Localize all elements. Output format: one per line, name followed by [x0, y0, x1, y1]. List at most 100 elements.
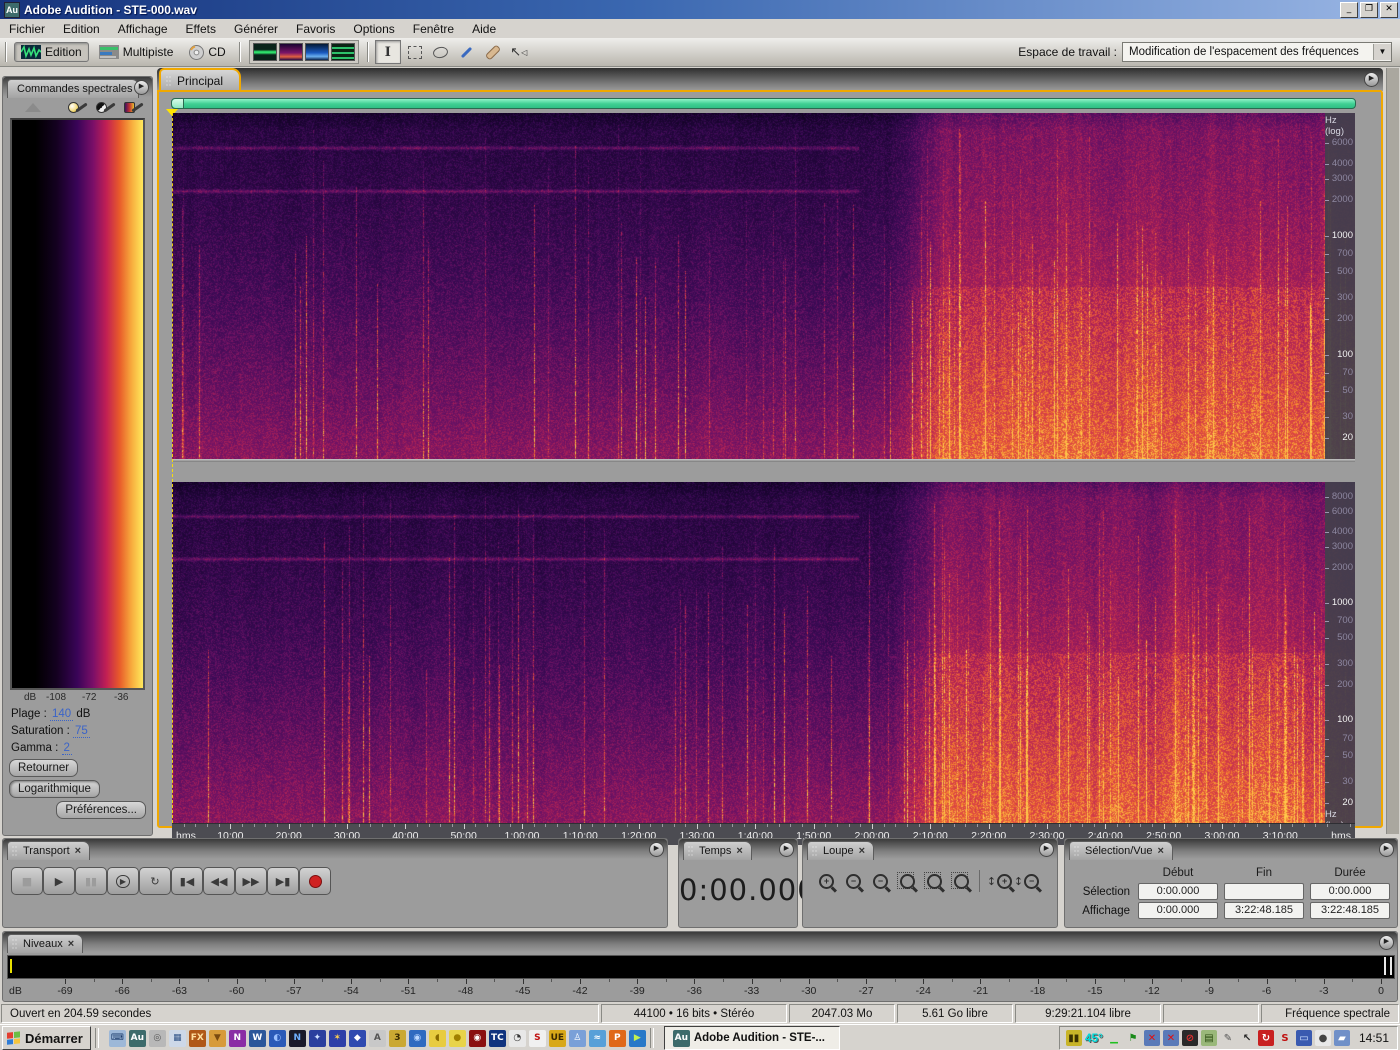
range-bar-handle[interactable] [172, 99, 184, 108]
planet-icon[interactable]: ◐ [268, 1029, 286, 1047]
antivirus-icon[interactable]: S [1276, 1030, 1293, 1046]
task-button-audition[interactable]: Au Adobe Audition - STE-... [663, 1026, 840, 1050]
app-tray-icon[interactable]: ▰ [1333, 1030, 1350, 1046]
grayapp-icon[interactable]: A [368, 1029, 386, 1047]
panel-grip[interactable] [166, 75, 172, 87]
audition-icon[interactable]: Au [128, 1029, 146, 1047]
pause-tray-icon[interactable]: ▮▮ [1065, 1030, 1082, 1046]
color-pen-mono-icon[interactable] [96, 101, 116, 114]
spectral-view-icon[interactable] [278, 43, 303, 61]
ue-icon[interactable]: UE [548, 1029, 566, 1047]
blocked-icon[interactable]: ⊘ [1181, 1030, 1198, 1046]
word-icon[interactable]: W [248, 1029, 266, 1047]
scrub-tool[interactable]: ↖ ◁ [507, 41, 531, 63]
pan-spectral-view-icon[interactable] [304, 43, 329, 61]
cursor-icon[interactable]: ↖ [1238, 1030, 1255, 1046]
onenote-icon[interactable]: N [228, 1029, 246, 1047]
preferences-button[interactable]: Préférences... [56, 801, 146, 819]
spectrogram-right-channel[interactable] [172, 482, 1355, 823]
gamma-value[interactable]: 2 [61, 742, 72, 755]
zoom-out-h-button[interactable]: − [840, 869, 867, 893]
time-selection-tool[interactable]: I [374, 40, 401, 64]
play-from-cursor-button[interactable]: ▶ [107, 867, 139, 895]
level-meter[interactable] [7, 955, 1395, 979]
panel-grip[interactable] [12, 845, 18, 857]
zoom-selection-button[interactable] [894, 869, 921, 893]
menu-item-fichier[interactable]: Fichier [0, 20, 54, 38]
menu-item-edition[interactable]: Edition [54, 20, 109, 38]
loop-button[interactable]: ↻ [139, 867, 171, 895]
panel-menu-button[interactable]: ▶ [134, 80, 149, 95]
menu-item-aide[interactable]: Aide [463, 20, 505, 38]
minimize-button[interactable]: _ [1340, 1, 1358, 18]
fast-forward-button[interactable]: ▶▶ [235, 867, 267, 895]
retourner-button[interactable]: Retourner [9, 759, 79, 777]
playhead-line[interactable] [172, 113, 173, 823]
go-start-button[interactable]: ▮◀ [171, 867, 203, 895]
plage-value[interactable]: 140 [50, 708, 74, 721]
close-icon[interactable]: × [68, 939, 74, 950]
workspace-dropdown[interactable]: Modification de l'espacement des fréquen… [1122, 42, 1392, 62]
waveform-view-icon[interactable] [252, 43, 277, 61]
calculator-icon[interactable]: ▦ [168, 1029, 186, 1047]
keyboard-icon[interactable]: ⌨ [108, 1029, 126, 1047]
selection-debut-field[interactable]: 0:00.000 [1138, 883, 1218, 900]
close-icon[interactable]: × [1157, 846, 1163, 857]
color-pen-yellow-icon[interactable] [68, 101, 88, 114]
tool-icon[interactable]: ✦ [308, 1029, 326, 1047]
web3-icon[interactable]: 3 [388, 1029, 406, 1047]
selection-fin-field[interactable] [1224, 883, 1304, 900]
globe-icon[interactable]: ◉ [408, 1029, 426, 1047]
zoom-out-v-button[interactable]: ↕ − [1013, 869, 1040, 893]
close-icon[interactable]: × [75, 846, 81, 857]
selection-duree-field[interactable]: 0:00.000 [1310, 883, 1390, 900]
panel-grip[interactable] [688, 845, 694, 857]
tab-principal[interactable]: Principal [159, 68, 242, 92]
folder-icon[interactable]: ▼ [208, 1029, 226, 1047]
effects-brush-tool[interactable] [455, 41, 479, 63]
pdf-icon[interactable]: P [608, 1029, 626, 1047]
lasso-selection-tool[interactable] [429, 41, 453, 63]
cd-mode-button[interactable]: CD [183, 43, 231, 62]
panel-menu-button[interactable]: ▶ [1379, 842, 1394, 857]
zoom-sel-left-button[interactable] [921, 869, 948, 893]
badge-icon[interactable]: ◆ [348, 1029, 366, 1047]
ball-icon[interactable]: ● [448, 1029, 466, 1047]
color-pen-gradient-icon[interactable] [124, 101, 144, 114]
mediaplayer-icon[interactable]: ▶ [628, 1029, 646, 1047]
network-offline-icon[interactable]: ✕ [1143, 1030, 1160, 1046]
spectrogram-left-channel[interactable] [172, 113, 1355, 459]
saturation-value[interactable]: 75 [73, 725, 90, 738]
pause-button[interactable]: ▮▮ [75, 867, 107, 895]
menu-item-favoris[interactable]: Favoris [287, 20, 344, 38]
edition-mode-button[interactable]: Edition [14, 42, 89, 62]
user-icon[interactable]: ♙ [568, 1029, 586, 1047]
flag-icon[interactable]: ⚑ [1124, 1030, 1141, 1046]
close-icon[interactable]: × [859, 846, 865, 857]
network-offline2-icon[interactable]: ✕ [1162, 1030, 1179, 1046]
star-icon[interactable]: ✶ [328, 1029, 346, 1047]
display-icon[interactable]: ▭ [1295, 1030, 1312, 1046]
multipiste-mode-button[interactable]: Multipiste [93, 43, 180, 61]
panel-menu-button[interactable]: ▶ [779, 842, 794, 857]
title-bar[interactable]: Au Adobe Audition - STE-000.wav _ ❐ ✕ [0, 0, 1400, 19]
affichage-duree-field[interactable]: 3:22:48.185 [1310, 902, 1390, 919]
clock-app-icon[interactable]: ◔ [508, 1029, 526, 1047]
mouse-icon[interactable]: ● [1314, 1030, 1331, 1046]
eye-icon[interactable]: ◉ [468, 1029, 486, 1047]
affichage-fin-field[interactable]: 3:22:48.185 [1224, 902, 1304, 919]
stop-button[interactable]: ■ [11, 867, 43, 895]
zoom-sel-right-button[interactable] [948, 869, 975, 893]
updates-icon[interactable]: ▤ [1200, 1030, 1217, 1046]
panel-menu-button[interactable]: ▶ [1379, 935, 1394, 950]
fx-icon[interactable]: FX [188, 1029, 206, 1047]
zoom-in-v-button[interactable]: ↕ + [986, 869, 1013, 893]
panel-menu-button[interactable]: ▶ [649, 842, 664, 857]
logarithmique-button[interactable]: Logarithmique [9, 780, 100, 798]
affichage-debut-field[interactable]: 0:00.000 [1138, 902, 1218, 919]
start-button[interactable]: Démarrer [2, 1026, 91, 1050]
zoom-in-h-button[interactable]: + [813, 869, 840, 893]
swan-icon[interactable]: ≈ [588, 1029, 606, 1047]
menu-item-générer[interactable]: Générer [225, 20, 287, 38]
menu-item-effets[interactable]: Effets [177, 20, 225, 38]
